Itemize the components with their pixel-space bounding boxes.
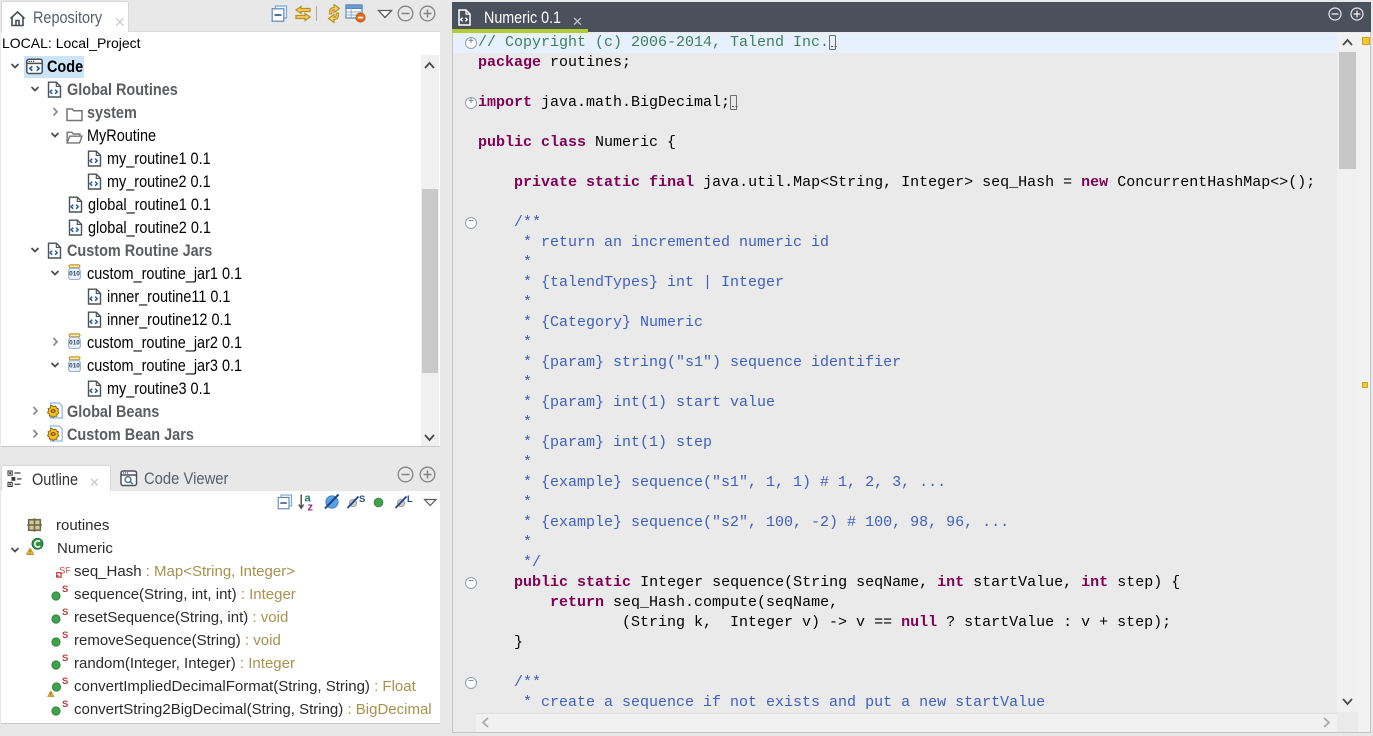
svg-text:010: 010 (69, 363, 80, 370)
svg-text:S: S (359, 494, 365, 505)
svg-text:z: z (308, 502, 314, 513)
svg-text:F: F (66, 566, 71, 575)
svg-text:010: 010 (69, 340, 80, 347)
svg-text:010: 010 (69, 271, 80, 278)
svg-text:L: L (407, 494, 413, 504)
svg-text:S: S (59, 566, 65, 576)
